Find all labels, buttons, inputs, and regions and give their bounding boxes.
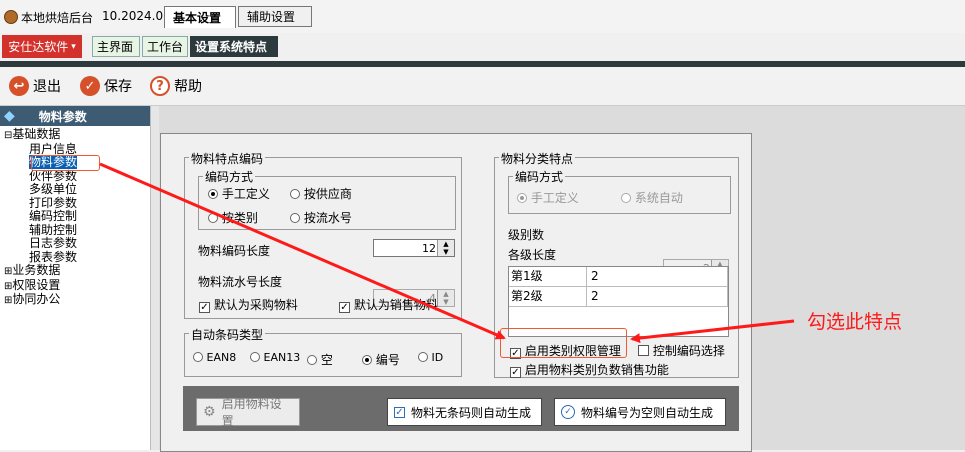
annotation-arrows xyxy=(99,162,795,344)
arrow-to-option xyxy=(99,162,506,340)
annotation-callout: 勾选此特点 xyxy=(807,311,903,333)
arrow-from-callout xyxy=(630,319,795,344)
